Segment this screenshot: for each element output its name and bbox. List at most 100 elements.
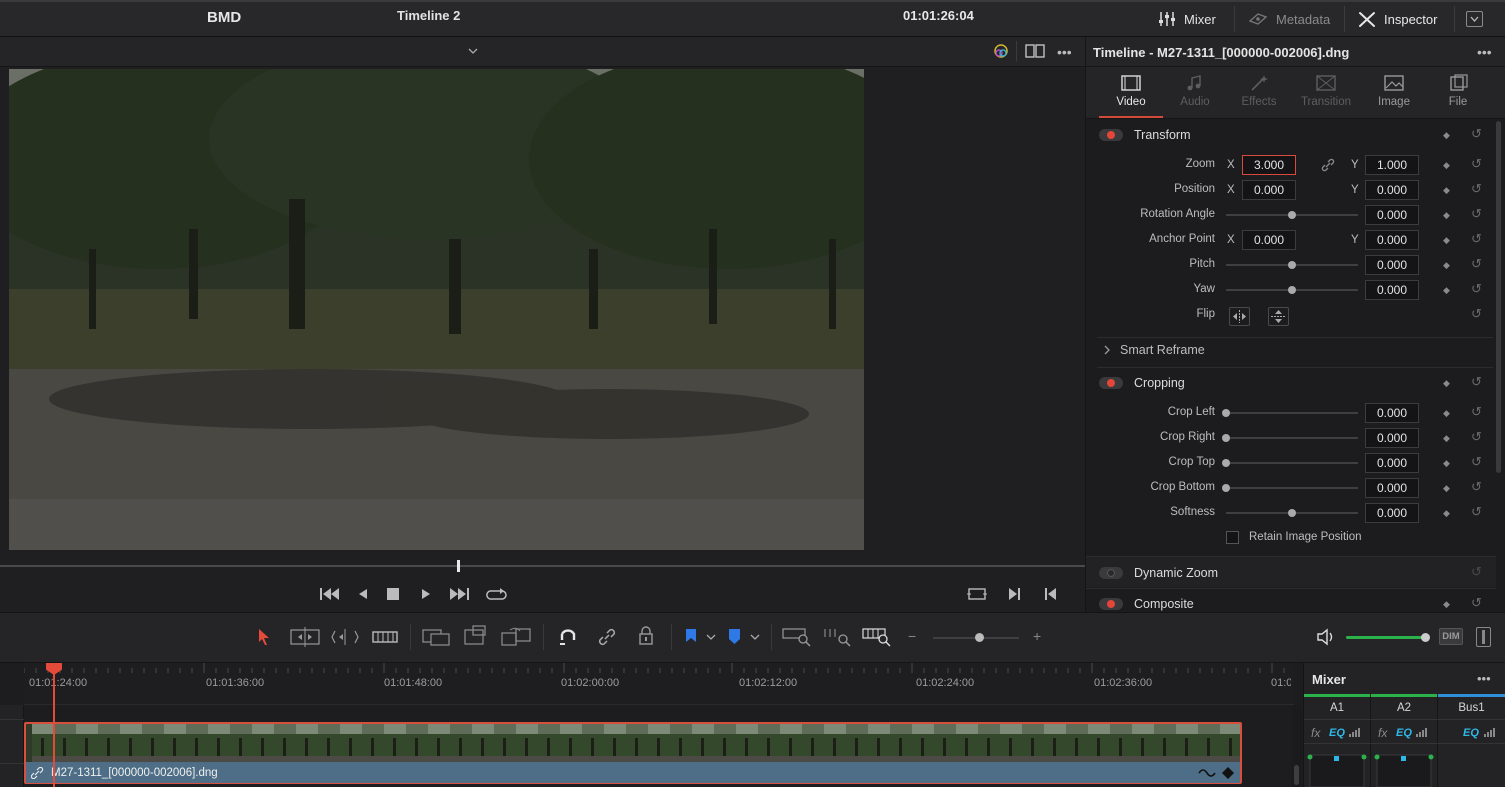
reset-icon[interactable]: ↺ <box>1471 504 1482 520</box>
crop-top-field[interactable]: 0.000 <box>1365 453 1419 473</box>
flip-vertical-button[interactable] <box>1268 307 1289 326</box>
overwrite-clip-icon[interactable] <box>462 625 488 647</box>
tab-video[interactable]: Video <box>1099 74 1163 108</box>
chevron-down-icon[interactable] <box>467 45 479 57</box>
reset-icon[interactable]: ↺ <box>1471 231 1482 247</box>
tab-transition[interactable]: Transition <box>1294 74 1358 108</box>
reset-icon[interactable]: ↺ <box>1471 306 1482 322</box>
anchor-x-field[interactable]: 0.000 <box>1242 230 1296 250</box>
anchor-y-field[interactable]: 0.000 <box>1365 230 1419 250</box>
pan-control-a1[interactable] <box>1307 752 1367 787</box>
detail-zoom-icon[interactable] <box>822 627 852 647</box>
replace-clip-icon[interactable] <box>500 626 532 648</box>
dynamics-icon[interactable] <box>1415 727 1429 738</box>
playhead[interactable] <box>53 663 55 787</box>
full-extent-zoom-icon[interactable] <box>782 627 812 647</box>
trim-tool-icon[interactable] <box>290 627 320 647</box>
metadata-panel-button[interactable]: Metadata <box>1248 8 1330 30</box>
keyframe-icon[interactable]: ◆ <box>1443 378 1450 389</box>
crop-left-field[interactable]: 0.000 <box>1365 403 1419 423</box>
tab-audio[interactable]: Audio <box>1163 74 1227 108</box>
volume-icon[interactable] <box>1316 627 1338 647</box>
crop-right-slider-knob[interactable] <box>1222 434 1230 442</box>
marker-icon[interactable] <box>727 628 743 646</box>
link-icon[interactable] <box>1320 157 1336 173</box>
chevron-down-icon[interactable] <box>705 631 717 643</box>
rotation-slider-knob[interactable] <box>1288 211 1296 219</box>
scrubber-track[interactable] <box>0 565 1085 567</box>
insert-clip-icon[interactable] <box>421 627 451 647</box>
meters-toggle-button[interactable] <box>1476 627 1491 647</box>
inspector-scrollbar[interactable] <box>1496 121 1501 473</box>
dual-viewer-icon[interactable] <box>1025 44 1045 58</box>
keyframe-icon[interactable]: ◆ <box>1443 210 1450 221</box>
timeline-zoom-slider-knob[interactable] <box>975 633 984 642</box>
keyframe-icon[interactable]: ◆ <box>1443 433 1450 444</box>
yaw-field[interactable]: 0.000 <box>1365 280 1419 300</box>
lock-icon[interactable] <box>637 626 655 646</box>
rotation-field[interactable]: 0.000 <box>1365 205 1419 225</box>
panel-options-button[interactable] <box>1466 11 1483 27</box>
keyframe-icon[interactable]: ◆ <box>1443 260 1450 271</box>
crop-left-slider-knob[interactable] <box>1222 409 1230 417</box>
mixer-panel-button[interactable]: Mixer <box>1158 8 1216 30</box>
tab-effects[interactable]: Effects <box>1227 74 1291 108</box>
eq-button[interactable]: EQ <box>1463 727 1479 739</box>
selection-tool-icon[interactable] <box>256 628 272 646</box>
crop-top-slider-knob[interactable] <box>1222 459 1230 467</box>
go-to-start-icon[interactable] <box>319 586 341 602</box>
dynamic-zoom-toggle[interactable] <box>1099 567 1123 579</box>
zoom-in-icon[interactable]: + <box>1033 628 1041 644</box>
dynamics-icon[interactable] <box>1483 727 1497 738</box>
reset-icon[interactable]: ↺ <box>1471 564 1482 580</box>
master-volume-knob[interactable] <box>1421 633 1430 642</box>
softness-slider-knob[interactable] <box>1288 509 1296 517</box>
tab-image[interactable]: Image <box>1362 74 1426 108</box>
crop-bottom-slider-knob[interactable] <box>1222 484 1230 492</box>
fx-button[interactable]: fx <box>1378 726 1387 740</box>
pitch-field[interactable]: 0.000 <box>1365 255 1419 275</box>
link-clips-icon[interactable] <box>597 627 617 647</box>
scrubber-playhead[interactable] <box>457 560 460 572</box>
reset-icon[interactable]: ↺ <box>1471 454 1482 470</box>
master-volume-slider[interactable] <box>1346 636 1426 639</box>
loop-icon[interactable] <box>486 585 508 603</box>
reset-icon[interactable]: ↺ <box>1471 404 1482 420</box>
reset-icon[interactable]: ↺ <box>1471 181 1482 197</box>
chevron-right-icon[interactable] <box>1101 344 1113 356</box>
blade-tool-icon[interactable] <box>372 628 398 646</box>
crop-right-field[interactable]: 0.000 <box>1365 428 1419 448</box>
inspector-panel-button[interactable]: Inspector <box>1358 8 1437 30</box>
previous-edit-icon[interactable] <box>1043 586 1059 602</box>
cropping-toggle[interactable] <box>1099 377 1123 389</box>
keyframe-icon[interactable]: ◆ <box>1443 130 1450 141</box>
dynamic-trim-icon[interactable] <box>331 627 359 647</box>
dim-button[interactable]: DIM <box>1439 628 1463 645</box>
chevron-down-icon[interactable] <box>749 631 761 643</box>
reset-icon[interactable]: ↺ <box>1471 281 1482 297</box>
keyframe-icon[interactable]: ◆ <box>1443 285 1450 296</box>
pitch-slider-knob[interactable] <box>1288 261 1296 269</box>
keyframe-icon[interactable]: ◆ <box>1443 458 1450 469</box>
reset-icon[interactable]: ↺ <box>1471 256 1482 272</box>
reset-icon[interactable]: ↺ <box>1471 595 1482 611</box>
flip-horizontal-button[interactable] <box>1229 307 1250 326</box>
go-to-end-icon[interactable] <box>448 586 470 602</box>
tab-file[interactable]: File <box>1426 74 1490 108</box>
stop-icon[interactable] <box>386 587 400 601</box>
timeline-scrollbar[interactable] <box>1294 765 1299 785</box>
eq-button[interactable]: EQ <box>1396 727 1412 739</box>
eq-button[interactable]: EQ <box>1329 727 1345 739</box>
zoom-x-field[interactable]: 3.000 <box>1242 155 1296 175</box>
video-frame[interactable] <box>9 69 864 550</box>
viewer-options-icon[interactable]: ••• <box>1057 44 1072 60</box>
yaw-slider-knob[interactable] <box>1288 286 1296 294</box>
reset-icon[interactable]: ↺ <box>1471 126 1482 142</box>
pan-control-a2[interactable] <box>1374 752 1434 787</box>
keyframe-icon[interactable]: ◆ <box>1443 185 1450 196</box>
snapping-icon[interactable] <box>557 626 579 648</box>
smart-reframe-title[interactable]: Smart Reframe <box>1120 343 1205 357</box>
play-icon[interactable] <box>419 586 433 602</box>
keyframe-icon[interactable] <box>1221 766 1235 780</box>
reset-icon[interactable]: ↺ <box>1471 206 1482 222</box>
